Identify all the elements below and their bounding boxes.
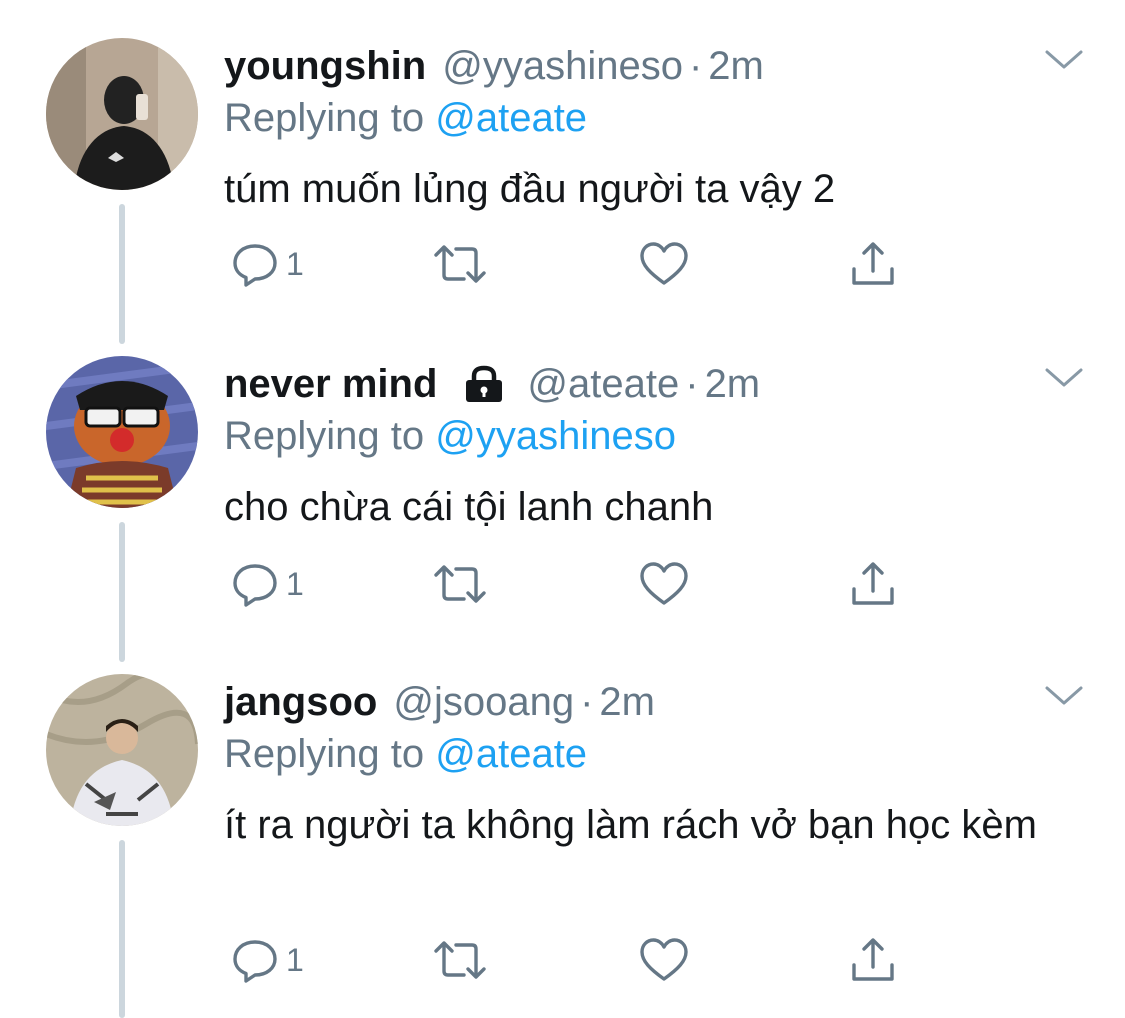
reply-button[interactable]: 1 <box>230 554 304 614</box>
reply-button[interactable]: 1 <box>230 930 304 990</box>
heart-icon <box>638 559 690 609</box>
retweet-button[interactable] <box>430 930 490 990</box>
share-icon <box>848 559 898 609</box>
user-handle[interactable]: @ateate <box>527 362 679 407</box>
separator-dot: · <box>688 43 703 88</box>
replying-to: Replying to @ateate <box>224 732 587 777</box>
reply-button[interactable]: 1 <box>230 234 304 294</box>
retweet-icon <box>430 559 490 609</box>
reply-count: 1 <box>286 565 304 602</box>
tweet-header: never mind @ateate · 2m <box>224 356 760 412</box>
like-button[interactable] <box>638 554 690 614</box>
avatar[interactable] <box>46 356 198 508</box>
lock-icon <box>461 364 507 404</box>
share-icon <box>848 935 898 985</box>
reply-icon <box>230 935 280 985</box>
user-handle[interactable]: @jsooang <box>393 680 574 725</box>
tweet[interactable]: jangsoo @jsooang · 2m Replying to @ateat… <box>0 674 1125 1018</box>
thread-line <box>119 522 125 662</box>
reply-icon <box>230 559 280 609</box>
avatar[interactable] <box>46 674 198 826</box>
user-handle[interactable]: @yyashineso <box>442 44 683 89</box>
replying-to-mention[interactable]: @yyashineso <box>435 414 676 458</box>
thread-line <box>119 204 125 344</box>
retweet-button[interactable] <box>430 554 490 614</box>
reply-icon <box>230 239 280 289</box>
like-button[interactable] <box>638 234 690 294</box>
tweet-text: túm muốn lủng đầu người ta vậy 2 <box>224 167 836 211</box>
retweet-icon <box>430 935 490 985</box>
tweet-actions: 1 <box>224 234 924 294</box>
reply-count: 1 <box>286 941 304 978</box>
replying-to-label: Replying to <box>224 96 436 140</box>
replying-to: Replying to @ateate <box>224 96 587 141</box>
chevron-down-icon[interactable] <box>1044 44 1084 74</box>
share-button[interactable] <box>848 554 898 614</box>
chevron-down-icon[interactable] <box>1044 362 1084 392</box>
share-icon <box>848 239 898 289</box>
tweet-header: youngshin @yyashineso · 2m <box>224 38 764 94</box>
heart-icon <box>638 935 690 985</box>
timestamp[interactable]: 2m <box>599 680 655 725</box>
tweet-header: jangsoo @jsooang · 2m <box>224 674 655 730</box>
tweet-text: ít ra người ta không làm rách vở bạn học… <box>224 803 1037 847</box>
tweet[interactable]: never mind @ateate · 2m Replying to @yya… <box>0 356 1125 662</box>
reply-count: 1 <box>286 245 304 282</box>
share-button[interactable] <box>848 930 898 990</box>
replying-to-label: Replying to <box>224 414 436 458</box>
like-button[interactable] <box>638 930 690 990</box>
tweet-actions: 1 <box>224 554 924 614</box>
avatar[interactable] <box>46 38 198 190</box>
replying-to-mention[interactable]: @ateate <box>435 732 587 776</box>
separator-dot: · <box>685 361 699 406</box>
tweet-text: cho chừa cái tội lanh chanh <box>224 485 714 529</box>
tweet-actions: 1 <box>224 930 924 990</box>
share-button[interactable] <box>848 234 898 294</box>
heart-icon <box>638 239 690 289</box>
timestamp[interactable]: 2m <box>708 44 764 89</box>
tweet[interactable]: youngshin @yyashineso · 2m Replying to @… <box>0 38 1125 344</box>
timestamp[interactable]: 2m <box>705 362 761 407</box>
retweet-icon <box>430 239 490 289</box>
replying-to: Replying to @yyashineso <box>224 414 676 459</box>
chevron-down-icon[interactable] <box>1044 680 1084 710</box>
thread-line <box>119 840 125 1018</box>
replying-to-label: Replying to <box>224 732 436 776</box>
display-name[interactable]: jangsoo <box>224 680 377 725</box>
retweet-button[interactable] <box>430 234 490 294</box>
separator-dot: · <box>580 679 594 724</box>
display-name[interactable]: youngshin <box>224 44 426 89</box>
replying-to-mention[interactable]: @ateate <box>435 96 587 140</box>
display-name[interactable]: never mind <box>224 362 437 407</box>
